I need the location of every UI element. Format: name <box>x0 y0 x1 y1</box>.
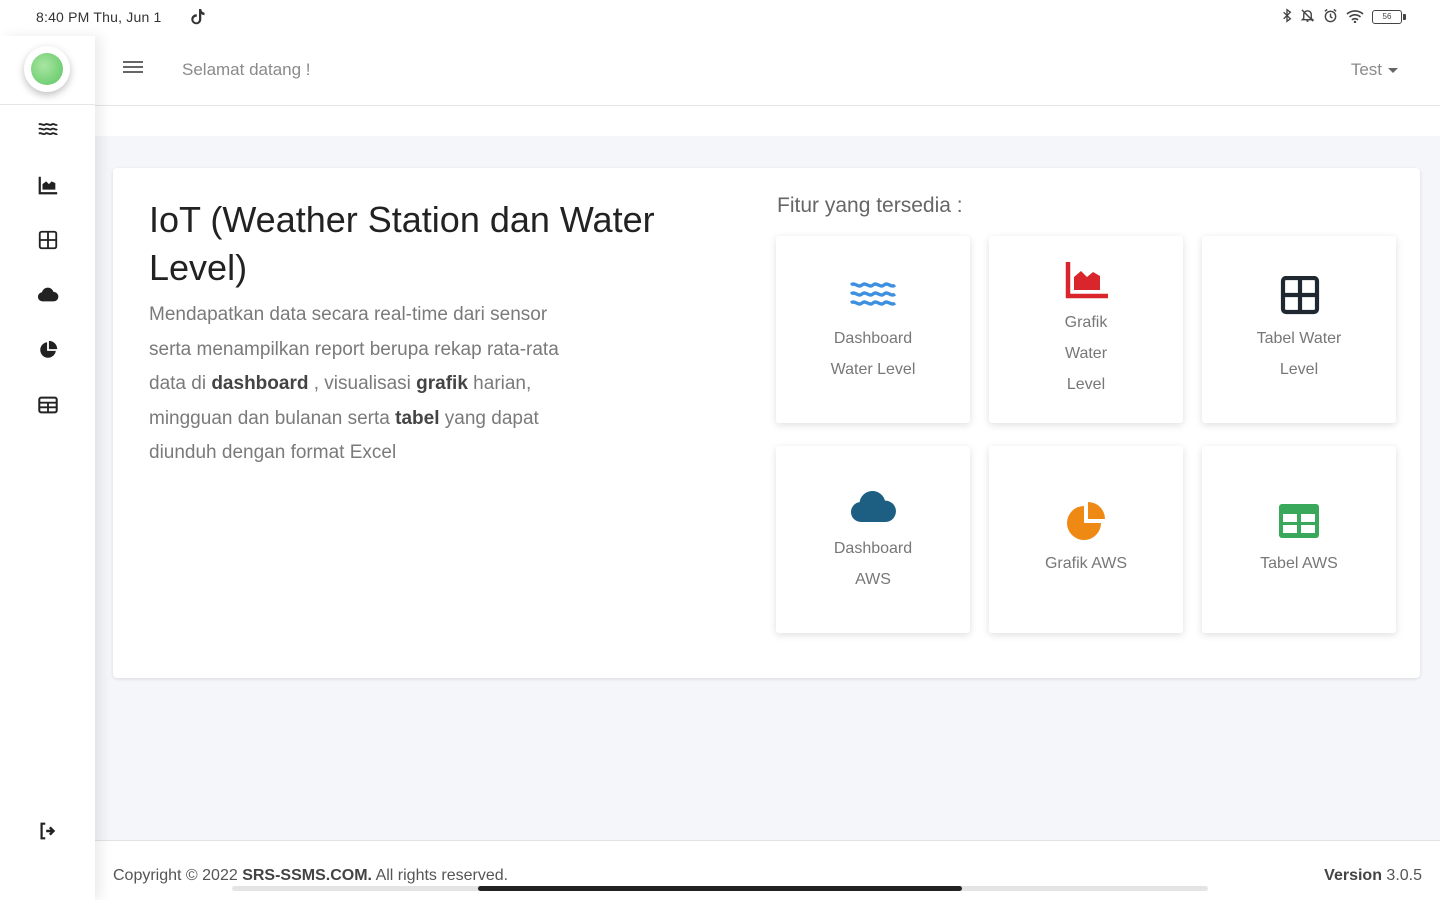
pie-chart-icon <box>1061 500 1111 542</box>
feature-label: Grafik Water Level <box>1064 314 1108 393</box>
feature-label: Tabel Water Level <box>1256 329 1342 378</box>
mute-icon <box>1300 8 1315 26</box>
water-icon <box>848 275 898 317</box>
menu-toggle-button[interactable] <box>123 58 143 78</box>
sidebar-item-tabel-aws[interactable] <box>33 390 63 420</box>
app-logo[interactable] <box>24 46 70 92</box>
table-icon <box>1274 500 1324 542</box>
wifi-icon <box>1346 9 1364 26</box>
user-name: Test <box>1350 60 1382 79</box>
features-heading: Fitur yang tersedia : <box>777 194 963 217</box>
feature-card-tabel-aws[interactable]: Tabel AWS <box>1202 446 1396 633</box>
feature-label: Grafik AWS <box>1044 555 1128 572</box>
intro-card: IoT (Weather Station dan Water Level) Me… <box>113 168 1420 678</box>
sidebar-item-grafik-aws[interactable] <box>33 335 63 365</box>
version-text: Version 3.0.5 <box>1324 867 1422 885</box>
table-grid-icon <box>38 230 58 250</box>
logo-icon <box>31 53 63 85</box>
table-grid-icon <box>1274 275 1324 317</box>
area-chart-icon <box>1061 259 1111 301</box>
copyright-site-link[interactable]: SRS-SSMS.COM. <box>242 867 372 884</box>
feature-label: Dashboard Water Level <box>830 329 916 378</box>
feature-card-grafik-aws[interactable]: Grafik AWS <box>989 446 1183 633</box>
desc-bold-tabel: tabel <box>395 407 440 429</box>
copyright-suffix: All rights reserved. <box>372 867 509 884</box>
feature-card-dashboard-water-level[interactable]: Dashboard Water Level <box>776 236 970 423</box>
version-label: Version <box>1324 867 1382 884</box>
sidebar-logout[interactable] <box>33 816 63 846</box>
version-number: 3.0.5 <box>1381 867 1422 884</box>
logout-icon <box>40 822 56 840</box>
battery-icon: 56 <box>1372 10 1406 24</box>
desc-bold-grafik: grafik <box>416 373 468 394</box>
status-time: 8:40 PM Thu, Jun 1 <box>36 9 162 25</box>
sidebar-item-dashboard-water-level[interactable] <box>33 115 63 145</box>
page-description: Mendapatkan data secara real-time dari s… <box>149 298 559 471</box>
content-header-strip <box>95 107 1440 136</box>
sidebar-item-dashboard-aws[interactable] <box>33 280 63 310</box>
area-chart-icon <box>38 176 58 195</box>
desc-part-2: , visualisasi <box>308 373 417 394</box>
feature-card-dashboard-aws[interactable]: Dashboard AWS <box>776 446 970 633</box>
feature-label: Tabel AWS <box>1260 555 1338 572</box>
bluetooth-icon <box>1282 8 1292 26</box>
sidebar-item-grafik-water-level[interactable] <box>33 170 63 200</box>
pie-chart-icon <box>40 340 58 358</box>
feature-card-tabel-water-level[interactable]: Tabel Water Level <box>1202 236 1396 423</box>
water-icon <box>38 123 58 136</box>
welcome-text: Selamat datang ! <box>182 60 311 79</box>
system-icons: 56 <box>1282 8 1406 26</box>
cloud-icon <box>37 287 59 302</box>
page-title: IoT (Weather Station dan Water Level) <box>149 199 655 288</box>
user-dropdown[interactable]: Test <box>1351 60 1398 80</box>
caret-down-icon <box>1388 68 1398 74</box>
sidebar <box>0 36 95 900</box>
copyright-prefix: Copyright © 2022 <box>113 867 243 884</box>
footer: Copyright © 2022 SRS-SSMS.COM. All right… <box>95 840 1440 900</box>
alarm-icon <box>1323 8 1338 26</box>
tiktok-icon <box>190 8 206 26</box>
topbar: Selamat datang ! Test <box>95 36 1440 106</box>
sidebar-item-tabel-water-level[interactable] <box>33 225 63 255</box>
cloud-icon <box>848 485 898 527</box>
gesture-handle[interactable] <box>478 886 962 891</box>
feature-card-grafik-water-level[interactable]: Grafik Water Level <box>989 236 1183 423</box>
table-icon <box>38 396 58 414</box>
copyright-text: Copyright © 2022 SRS-SSMS.COM. All right… <box>113 867 508 885</box>
status-bar: 8:40 PM Thu, Jun 1 56 <box>0 0 1440 36</box>
sidebar-divider <box>0 104 95 105</box>
feature-label: Dashboard AWS <box>833 539 913 588</box>
main-content: IoT (Weather Station dan Water Level) Me… <box>95 136 1440 840</box>
desc-bold-dashboard: dashboard <box>211 373 309 394</box>
